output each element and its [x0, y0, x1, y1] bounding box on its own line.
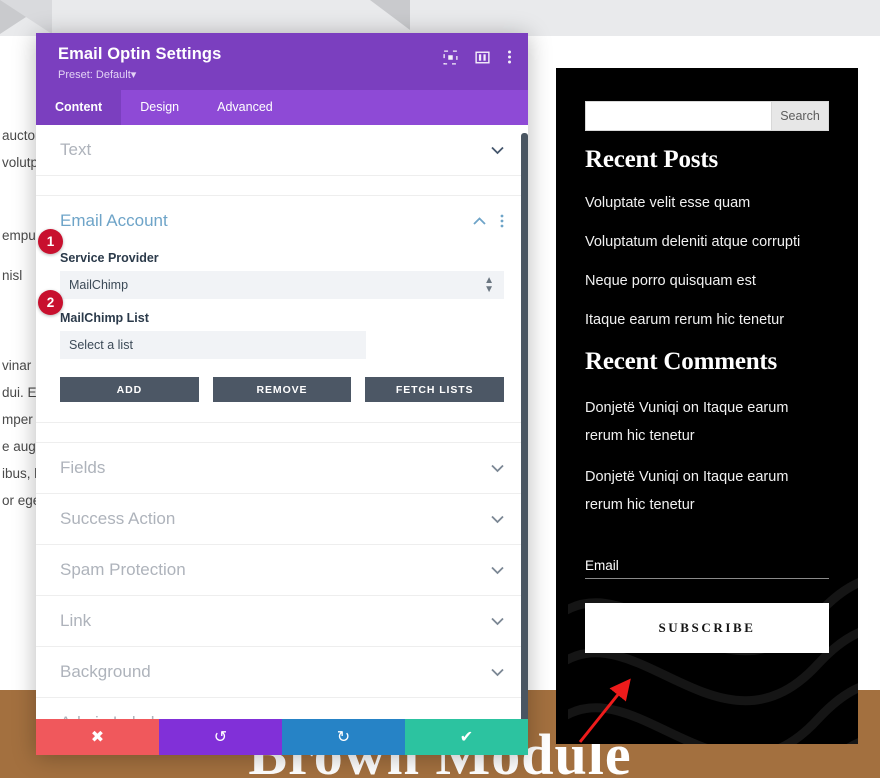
section-spam-protection[interactable]: Spam Protection: [36, 545, 528, 596]
modal-body: Text Email Account Service Provider Mail…: [36, 125, 528, 719]
preset-selector[interactable]: Preset: Default▾: [58, 68, 221, 81]
cancel-button[interactable]: ✖: [36, 719, 159, 755]
list-item[interactable]: Donjetë Vuniqi on Itaque earum rerum hic…: [585, 394, 800, 450]
page-body-text-fragment-4: vinar dui. Et mper le aug ibus, l or ege: [2, 358, 41, 508]
modal-tabs: Content Design Advanced: [36, 90, 528, 125]
section-admin-label[interactable]: Admin Label: [36, 698, 528, 719]
page-body-text-fragment-3: nisl: [2, 268, 23, 283]
chevron-down-icon: [491, 617, 504, 625]
section-label: Admin Label: [60, 713, 155, 719]
annotation-arrow: [578, 678, 631, 743]
service-provider-label: Service Provider: [60, 251, 159, 265]
settings-scroll-area: Text Email Account Service Provider Mail…: [36, 125, 528, 719]
chevron-down-icon: [491, 566, 504, 574]
tab-design[interactable]: Design: [121, 90, 198, 125]
callout-badge-1: 1: [38, 229, 63, 254]
fetch-lists-button[interactable]: FETCH LISTS: [365, 377, 505, 402]
more-vertical-icon[interactable]: [500, 214, 504, 228]
email-field-underline[interactable]: [585, 578, 829, 579]
chevron-down-icon: [491, 464, 504, 472]
mailchimp-list-value: Select a list: [69, 338, 133, 352]
modal-header: Email Optin Settings Preset: Default▾: [36, 33, 528, 90]
section-link[interactable]: Link: [36, 596, 528, 647]
search-input[interactable]: [586, 102, 771, 130]
section-text[interactable]: Text: [36, 125, 528, 176]
redo-button[interactable]: ↻: [282, 719, 405, 755]
recent-comments-heading: Recent Comments: [585, 348, 778, 375]
section-label: Link: [60, 611, 92, 630]
list-item[interactable]: Itaque earum rerum hic tenetur: [585, 309, 829, 331]
decor-triangle-right: [370, 0, 410, 30]
list-item[interactable]: Voluptatum deleniti atque corrupti: [585, 231, 829, 253]
mailchimp-list-label: MailChimp List: [60, 311, 149, 325]
chevron-down-icon: [491, 515, 504, 523]
list-item[interactable]: Neque porro quisquam est: [585, 270, 829, 292]
callout-badge-2: 2: [38, 290, 63, 315]
more-vertical-icon[interactable]: [507, 49, 512, 65]
email-account-buttons: ADD REMOVE FETCH LISTS: [60, 377, 505, 402]
tab-advanced[interactable]: Advanced: [198, 90, 292, 125]
modal-footer: ✖ ↺ ↻ ✔: [36, 719, 528, 755]
chevron-down-icon: [491, 668, 504, 676]
subscribe-button[interactable]: SUBSCRIBE: [585, 603, 829, 653]
section-label: Email Account: [60, 211, 168, 230]
section-label: Fields: [60, 458, 106, 477]
chevron-down-icon: [491, 719, 504, 720]
chevron-down-icon: ▾: [130, 69, 137, 81]
recent-posts-heading: Recent Posts: [585, 146, 718, 173]
undo-button[interactable]: ↺: [159, 719, 282, 755]
list-item[interactable]: Voluptate velit esse quam: [585, 192, 829, 214]
remove-button[interactable]: REMOVE: [212, 377, 352, 402]
page-title: Email Optin Settings: [58, 45, 222, 63]
mailchimp-list-select[interactable]: Select a list: [60, 331, 366, 359]
section-success-action[interactable]: Success Action: [36, 494, 528, 545]
tab-content[interactable]: Content: [36, 90, 122, 125]
chevron-down-icon: [491, 146, 504, 154]
chevron-updown-icon: ▲ ▼: [484, 275, 494, 295]
preset-label: Preset: Default: [58, 69, 131, 81]
service-provider-select[interactable]: MailChimp ▲ ▼: [60, 271, 504, 299]
section-gap: [36, 176, 528, 196]
list-item[interactable]: Donjetë Vuniqi on Itaque earum rerum hic…: [585, 463, 800, 519]
add-button[interactable]: ADD: [60, 377, 199, 402]
chevron-up-icon[interactable]: [473, 216, 486, 226]
decor-triangle-left-2: [0, 0, 52, 34]
section-label: Success Action: [60, 509, 176, 528]
page-top-band: [0, 0, 880, 36]
email-optin-settings-modal: Email Optin Settings Preset: Default▾ Co…: [36, 33, 528, 755]
section-fields[interactable]: Fields: [36, 443, 528, 494]
save-button[interactable]: ✔: [405, 719, 528, 755]
section-label: Text: [60, 140, 92, 159]
expand-icon[interactable]: [443, 49, 458, 65]
email-field-label: Email: [585, 558, 619, 573]
screenshot-root: auctor volutp empus nisl vinar dui. Et mper…: [0, 0, 880, 778]
page-body-text-fragment-1: auctor volutp: [2, 128, 40, 170]
email-account-body: Service Provider MailChimp ▲ ▼ MailChimp …: [36, 237, 528, 423]
section-label: Background: [60, 662, 151, 681]
section-email-account[interactable]: Email Account: [36, 196, 528, 237]
layout-columns-icon[interactable]: [475, 50, 490, 65]
section-background[interactable]: Background: [36, 647, 528, 698]
site-sidebar: Search Recent Posts Voluptate velit esse…: [556, 68, 858, 744]
service-provider-value: MailChimp: [69, 278, 129, 292]
search-button[interactable]: Search: [771, 102, 828, 130]
settings-scrollbar[interactable]: [521, 133, 528, 719]
sidebar-search[interactable]: Search: [585, 101, 829, 131]
sidebar-email-optin: Email SUBSCRIBE: [585, 558, 829, 653]
section-gap: [36, 423, 528, 443]
section-label: Spam Protection: [60, 560, 186, 579]
